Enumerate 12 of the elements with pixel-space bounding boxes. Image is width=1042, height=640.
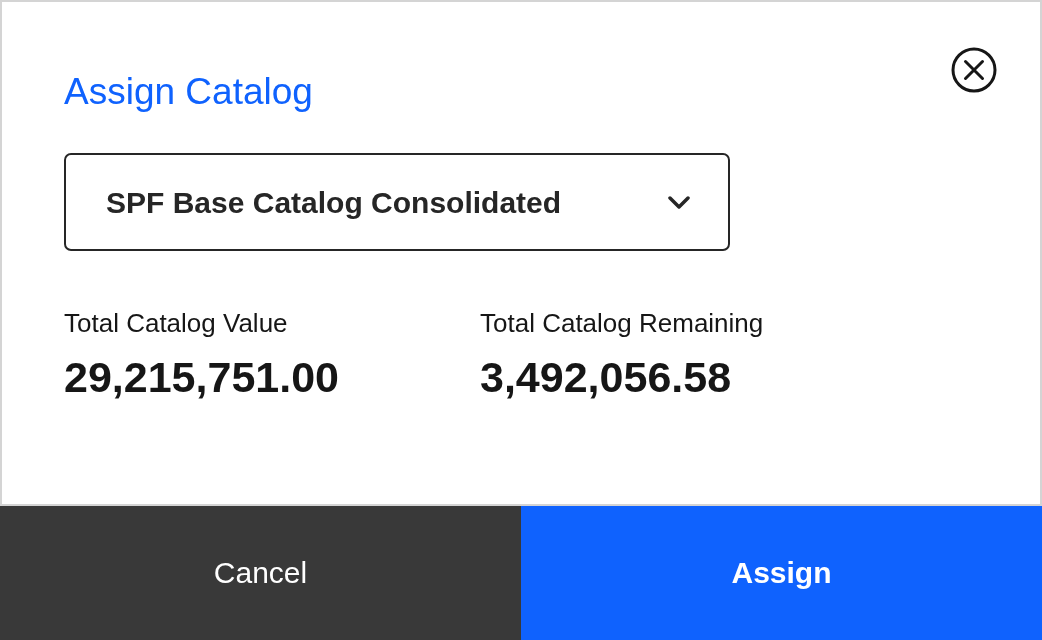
stat-value: 29,215,751.00 — [64, 352, 339, 403]
stat-label: Total Catalog Value — [64, 307, 288, 339]
close-button[interactable] — [950, 46, 998, 94]
stat-label: Total Catalog Remaining — [480, 307, 764, 339]
close-icon — [951, 47, 997, 93]
cancel-button[interactable]: Cancel — [0, 506, 521, 640]
dropdown-value: SPF Base Catalog Consolidated — [106, 184, 562, 221]
assign-button[interactable]: Assign — [521, 506, 1042, 640]
chevron-down-icon — [668, 195, 690, 209]
dialog-title: Assign Catalog — [64, 70, 313, 114]
catalog-dropdown[interactable]: SPF Base Catalog Consolidated — [64, 153, 730, 251]
stat-value: 3,492,056.58 — [480, 352, 732, 403]
